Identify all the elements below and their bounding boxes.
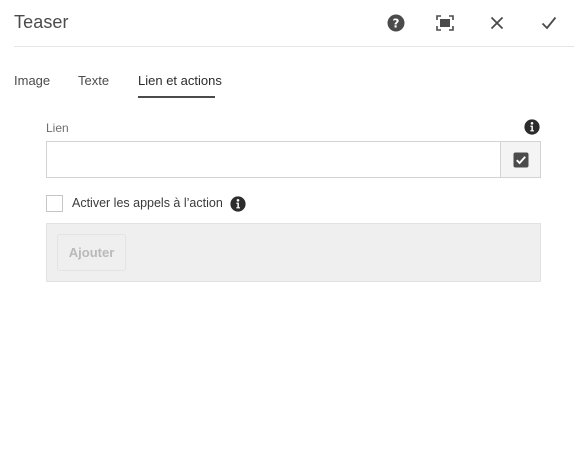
tab-texte[interactable]: Texte — [78, 73, 109, 88]
enable-actions-checkbox[interactable] — [46, 195, 63, 212]
dialog-header: Teaser ? — [0, 0, 587, 47]
fullscreen-button[interactable] — [434, 12, 456, 34]
close-button[interactable] — [486, 12, 508, 34]
link-info-button[interactable] — [524, 119, 540, 135]
enable-actions-label: Activer les appels à l’action — [72, 196, 223, 210]
tab-image[interactable]: Image — [14, 73, 50, 88]
info-icon — [230, 196, 246, 212]
done-button[interactable] — [538, 12, 560, 34]
actions-multifield: Ajouter — [46, 223, 541, 282]
link-field-label: Lien — [46, 121, 69, 135]
tab-lien-et-actions[interactable]: Lien et actions — [138, 73, 222, 88]
fullscreen-icon — [436, 15, 454, 31]
tab-list: Image Texte Lien et actions — [0, 66, 587, 100]
link-input[interactable] — [47, 142, 502, 177]
help-icon: ? — [387, 14, 405, 32]
link-picker-button[interactable] — [500, 142, 540, 177]
info-icon — [524, 119, 540, 135]
dialog-title: Teaser — [14, 12, 69, 32]
link-input-group — [46, 141, 541, 178]
add-action-button[interactable]: Ajouter — [57, 234, 126, 271]
checkbox-picker-icon — [513, 152, 528, 167]
help-button[interactable]: ? — [385, 12, 407, 34]
svg-text:?: ? — [393, 16, 400, 30]
actions-info-button[interactable] — [230, 196, 246, 212]
close-icon — [490, 16, 504, 30]
header-divider — [14, 46, 574, 47]
active-tab-indicator — [138, 96, 215, 98]
checkmark-icon — [541, 16, 557, 30]
